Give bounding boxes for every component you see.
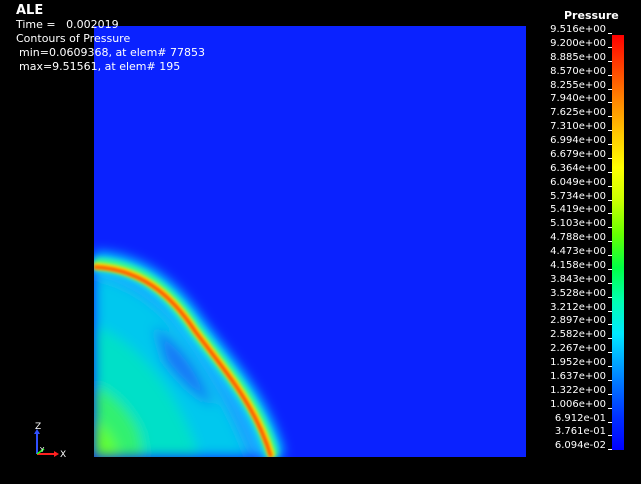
legend-row: 1.006e+00 — [540, 398, 640, 412]
legend-row: 3.212e+00 — [540, 301, 640, 315]
legend-row: 6.994e+00 — [540, 134, 640, 148]
analysis-title: ALE — [16, 3, 44, 18]
contour-label: Contours of Pressure — [16, 32, 131, 45]
legend-value: 9.516e+00 — [550, 24, 606, 35]
legend-value: 1.637e+00 — [550, 370, 606, 382]
legend-scale: 9.516e+00 9.200e+00 8.885e+00 8.570e+00 8.25… — [540, 23, 640, 453]
legend-row: 7.625e+00 — [540, 106, 640, 120]
legend-row: 3.528e+00 — [540, 287, 640, 301]
legend-value: 1.952e+00 — [550, 357, 606, 368]
legend-row: 2.582e+00 — [540, 328, 640, 342]
legend-value: 8.255e+00 — [550, 79, 606, 91]
legend-row: 6.679e+00 — [540, 148, 640, 162]
axis-y-label: Y — [39, 446, 45, 454]
legend-value: 8.885e+00 — [550, 51, 606, 63]
legend-value: 8.570e+00 — [550, 65, 606, 77]
legend-row: 1.637e+00 — [540, 370, 640, 384]
pressure-contour-plot — [94, 26, 526, 457]
min-readout: min=0.0609368, at elem# 77853 — [19, 46, 206, 59]
legend-value: 3.212e+00 — [550, 301, 606, 313]
legend-row: 7.940e+00 — [540, 92, 640, 106]
legend-row: 7.310e+00 — [540, 120, 640, 134]
time-value: 0.002019 — [66, 18, 119, 31]
legend-row: 1.322e+00 — [540, 384, 640, 398]
legend-value: 7.310e+00 — [550, 121, 606, 133]
legend-value: 3.843e+00 — [550, 273, 606, 285]
legend-row: 5.734e+00 — [540, 190, 640, 204]
info-panel: ALE Time = 0.002019 Contours of Pressure… — [16, 3, 205, 74]
legend-value: 6.912e-01 — [554, 412, 606, 424]
legend-row: 6.364e+00 — [540, 162, 640, 176]
legend-row: 2.267e+00 — [540, 342, 640, 356]
legend-row: 4.473e+00 — [540, 245, 640, 259]
legend-row: 9.516e+00 — [540, 23, 640, 37]
legend-row: 1.952e+00 — [540, 356, 640, 370]
legend-row: 8.570e+00 — [540, 65, 640, 79]
legend-value: 5.734e+00 — [550, 190, 606, 202]
axis-x-label: X — [60, 450, 66, 460]
legend-row: 4.788e+00 — [540, 231, 640, 245]
legend-row: 4.158e+00 — [540, 259, 640, 273]
legend-value: 6.994e+00 — [550, 135, 606, 146]
legend-row: 9.200e+00 — [540, 37, 640, 51]
axis-triad: Z Y X — [28, 422, 72, 462]
legend-row: 8.255e+00 — [540, 79, 640, 93]
legend-value: 4.788e+00 — [550, 232, 606, 244]
contour-viewport[interactable] — [94, 26, 526, 457]
legend-row: 6.049e+00 — [540, 176, 640, 190]
legend-row: 6.912e-01 — [540, 412, 640, 426]
legend-value: 3.528e+00 — [550, 287, 606, 299]
legend-row: 5.419e+00 — [540, 203, 640, 217]
legend-row: 5.103e+00 — [540, 217, 640, 231]
legend-value: 2.582e+00 — [550, 329, 606, 341]
legend-value: 5.103e+00 — [550, 218, 606, 230]
legend-value: 1.006e+00 — [550, 398, 606, 410]
legend-value: 6.049e+00 — [550, 176, 606, 188]
legend-row: 6.094e-02 — [540, 439, 640, 453]
legend-value: 2.267e+00 — [550, 343, 606, 355]
legend-row: 3.761e-01 — [540, 425, 640, 439]
legend-value: 6.364e+00 — [550, 162, 606, 174]
legend-row: 8.885e+00 — [540, 51, 640, 65]
legend-value: 4.158e+00 — [550, 259, 606, 271]
legend-row: 3.843e+00 — [540, 273, 640, 287]
legend-value: 2.897e+00 — [550, 315, 606, 327]
legend-title: Pressure — [564, 9, 619, 22]
time-readout: Time = 0.002019 — [16, 18, 205, 32]
legend-value: 3.761e-01 — [554, 426, 606, 438]
legend-tick — [608, 33, 612, 34]
max-readout: max=9.51561, at elem# 195 — [19, 60, 181, 73]
legend-value: 5.419e+00 — [550, 204, 606, 216]
time-label: Time = — [16, 18, 56, 31]
legend-value: 6.094e-02 — [554, 440, 606, 452]
legend-row: 2.897e+00 — [540, 314, 640, 328]
legend-value: 6.679e+00 — [550, 148, 606, 160]
legend-value: 4.473e+00 — [550, 246, 606, 257]
axis-triad-icon: Z Y X — [34, 422, 66, 460]
legend-value: 7.625e+00 — [550, 107, 606, 119]
legend-value: 9.200e+00 — [550, 37, 606, 49]
legend-value: 7.940e+00 — [550, 93, 606, 105]
axis-z-label: Z — [35, 422, 41, 432]
legend-colorbar — [612, 35, 624, 450]
legend-value: 1.322e+00 — [550, 384, 606, 396]
